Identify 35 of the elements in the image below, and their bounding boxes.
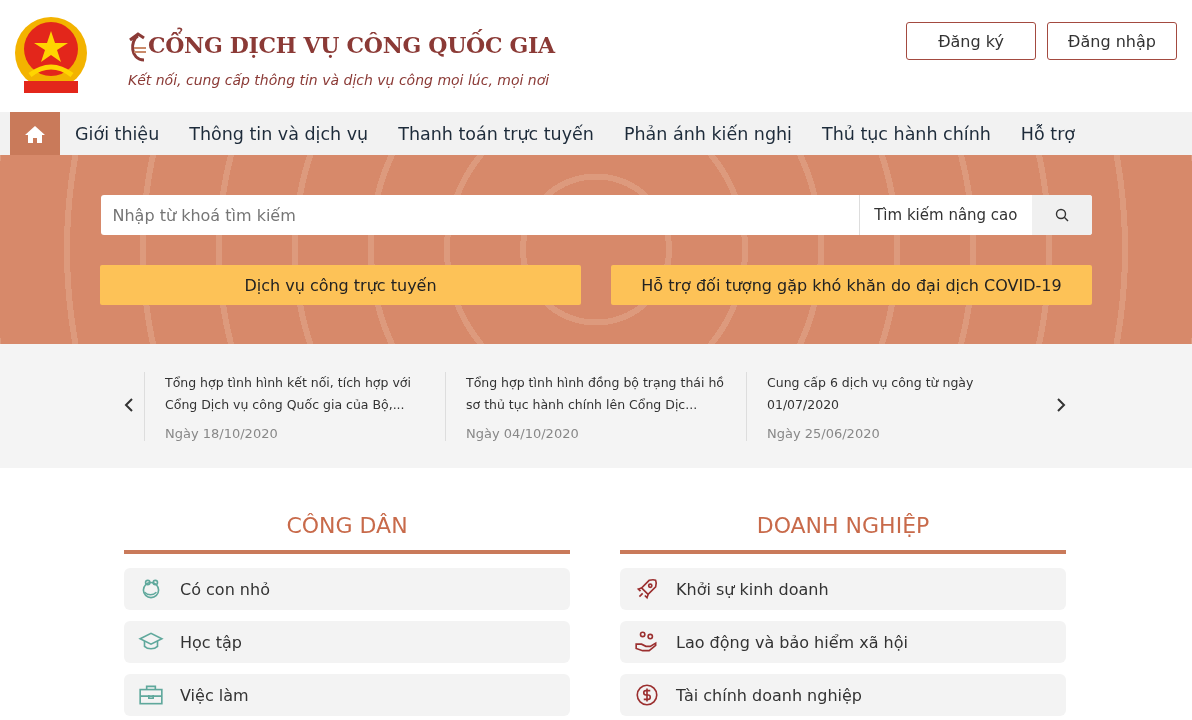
login-button[interactable]: Đăng nhập bbox=[1047, 22, 1177, 60]
category-item[interactable]: Có con nhỏ bbox=[124, 568, 570, 610]
nav-tab[interactable]: Thông tin và dịch vụ bbox=[174, 112, 384, 155]
search-field[interactable]: Nhập từ khoá tìm kiếm Tìm kiếm nâng cao bbox=[100, 195, 1092, 235]
news-date: Ngày 18/10/2020 bbox=[165, 425, 279, 441]
site-title: CỔNG DỊCH VỤ CÔNG QUỐC GIA bbox=[148, 24, 555, 62]
news-title[interactable]: Tổng hợp tình hình đồng bộ trạng thái hồ sơ thủ tục hành chính lên Cổng Dịc... bbox=[466, 371, 734, 416]
news-title[interactable]: Cung cấp 6 dịch vụ công từ ngày 01/07/2020 bbox=[767, 371, 1035, 416]
nav-tab[interactable]: Thanh toán trực tuyến bbox=[383, 112, 609, 155]
news-date: Ngày 04/10/2020 bbox=[466, 425, 580, 441]
register-button[interactable]: Đăng ký bbox=[906, 22, 1036, 60]
category-item[interactable]: Việc làm bbox=[124, 674, 570, 716]
bird-logo-icon bbox=[128, 32, 146, 62]
nav-tab[interactable]: Giới thiệu bbox=[60, 112, 175, 155]
home-icon bbox=[24, 123, 46, 144]
rocket-icon bbox=[634, 576, 660, 602]
covid-support-button[interactable]: Hỗ trợ đối tượng gặp khó khăn do đại dịch COVID-19 bbox=[611, 265, 1092, 305]
news-title[interactable]: Tổng hợp tình hình kết nối, tích hợp với Cổng Dịch vụ công Quốc gia của Bộ,... bbox=[165, 371, 433, 416]
category-item[interactable]: Lao động và bảo hiểm xã hội bbox=[620, 621, 1066, 663]
category-item[interactable]: Tài chính doanh nghiệp bbox=[620, 674, 1066, 716]
nav-tab[interactable]: Hỗ trợ bbox=[1005, 112, 1091, 155]
next-button[interactable] bbox=[1054, 396, 1068, 414]
category-item[interactable]: Học tập bbox=[124, 621, 570, 663]
site-tagline: Kết nối, cung cấp thông tin và dịch vụ công mọi lúc, mọi nơi bbox=[128, 72, 551, 88]
dollar-coin-icon bbox=[634, 682, 660, 708]
section-heading: CÔNG DÂN bbox=[124, 513, 570, 554]
previous-button[interactable] bbox=[122, 396, 136, 414]
online-services-button[interactable]: Dịch vụ công trực tuyến bbox=[100, 265, 581, 305]
news-date: Ngày 25/06/2020 bbox=[767, 425, 881, 441]
nav-tab[interactable]: Thủ tục hành chính bbox=[806, 112, 1006, 155]
nav-tab[interactable]: Phản ánh kiến nghị bbox=[608, 112, 807, 155]
section-heading: DOANH NGHIỆP bbox=[620, 513, 1066, 554]
home-tab[interactable] bbox=[10, 112, 60, 155]
search-icon bbox=[1054, 208, 1069, 222]
category-item[interactable]: Khởi sự kinh doanh bbox=[620, 568, 1066, 610]
